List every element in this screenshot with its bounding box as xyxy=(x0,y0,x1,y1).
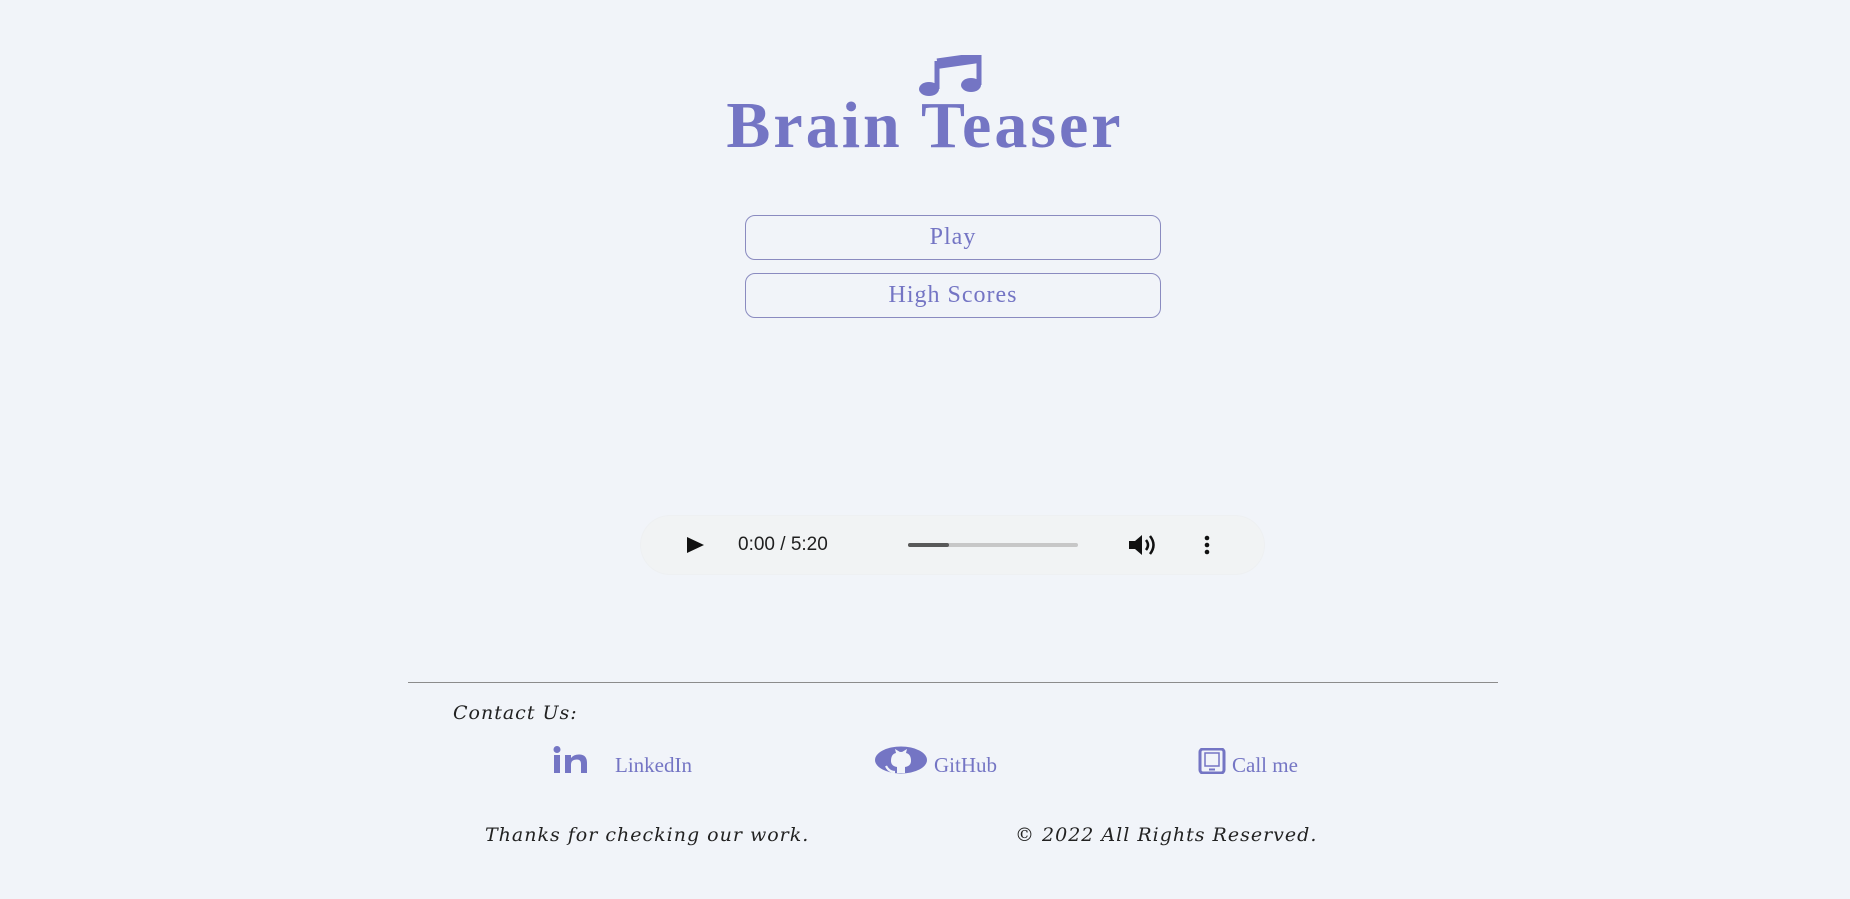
audio-player: 0:00 / 5:20 xyxy=(641,516,1264,574)
phone-icon xyxy=(1198,748,1226,774)
contact-label: Contact Us: xyxy=(453,702,578,724)
play-button[interactable]: Play xyxy=(745,215,1161,260)
call-me-label: Call me xyxy=(1232,753,1298,777)
github-label: GitHub xyxy=(934,753,997,777)
linkedin-link[interactable]: LinkedIn xyxy=(553,746,692,777)
play-icon[interactable] xyxy=(685,536,705,554)
audio-progress-slider[interactable] xyxy=(908,543,1078,547)
copyright-text: © 2022 All Rights Reserved. xyxy=(1015,824,1318,846)
audio-progress-fill xyxy=(908,543,949,547)
page-title: Brain Teaser xyxy=(726,89,1124,162)
more-vertical-icon[interactable] xyxy=(1201,533,1213,557)
volume-icon[interactable] xyxy=(1127,533,1159,557)
page: Brain Teaser Play High Scores 0:00 / 5:2… xyxy=(0,0,1850,899)
audio-time-display: 0:00 / 5:20 xyxy=(738,534,828,555)
linkedin-icon xyxy=(553,746,587,773)
linkedin-label: LinkedIn xyxy=(615,753,692,777)
high-scores-button[interactable]: High Scores xyxy=(745,273,1161,318)
call-me-link[interactable]: Call me xyxy=(1198,748,1298,777)
thanks-text: Thanks for checking our work. xyxy=(485,824,810,846)
footer-divider xyxy=(408,682,1498,683)
github-icon xyxy=(875,746,927,774)
github-link[interactable]: GitHub xyxy=(874,746,997,777)
